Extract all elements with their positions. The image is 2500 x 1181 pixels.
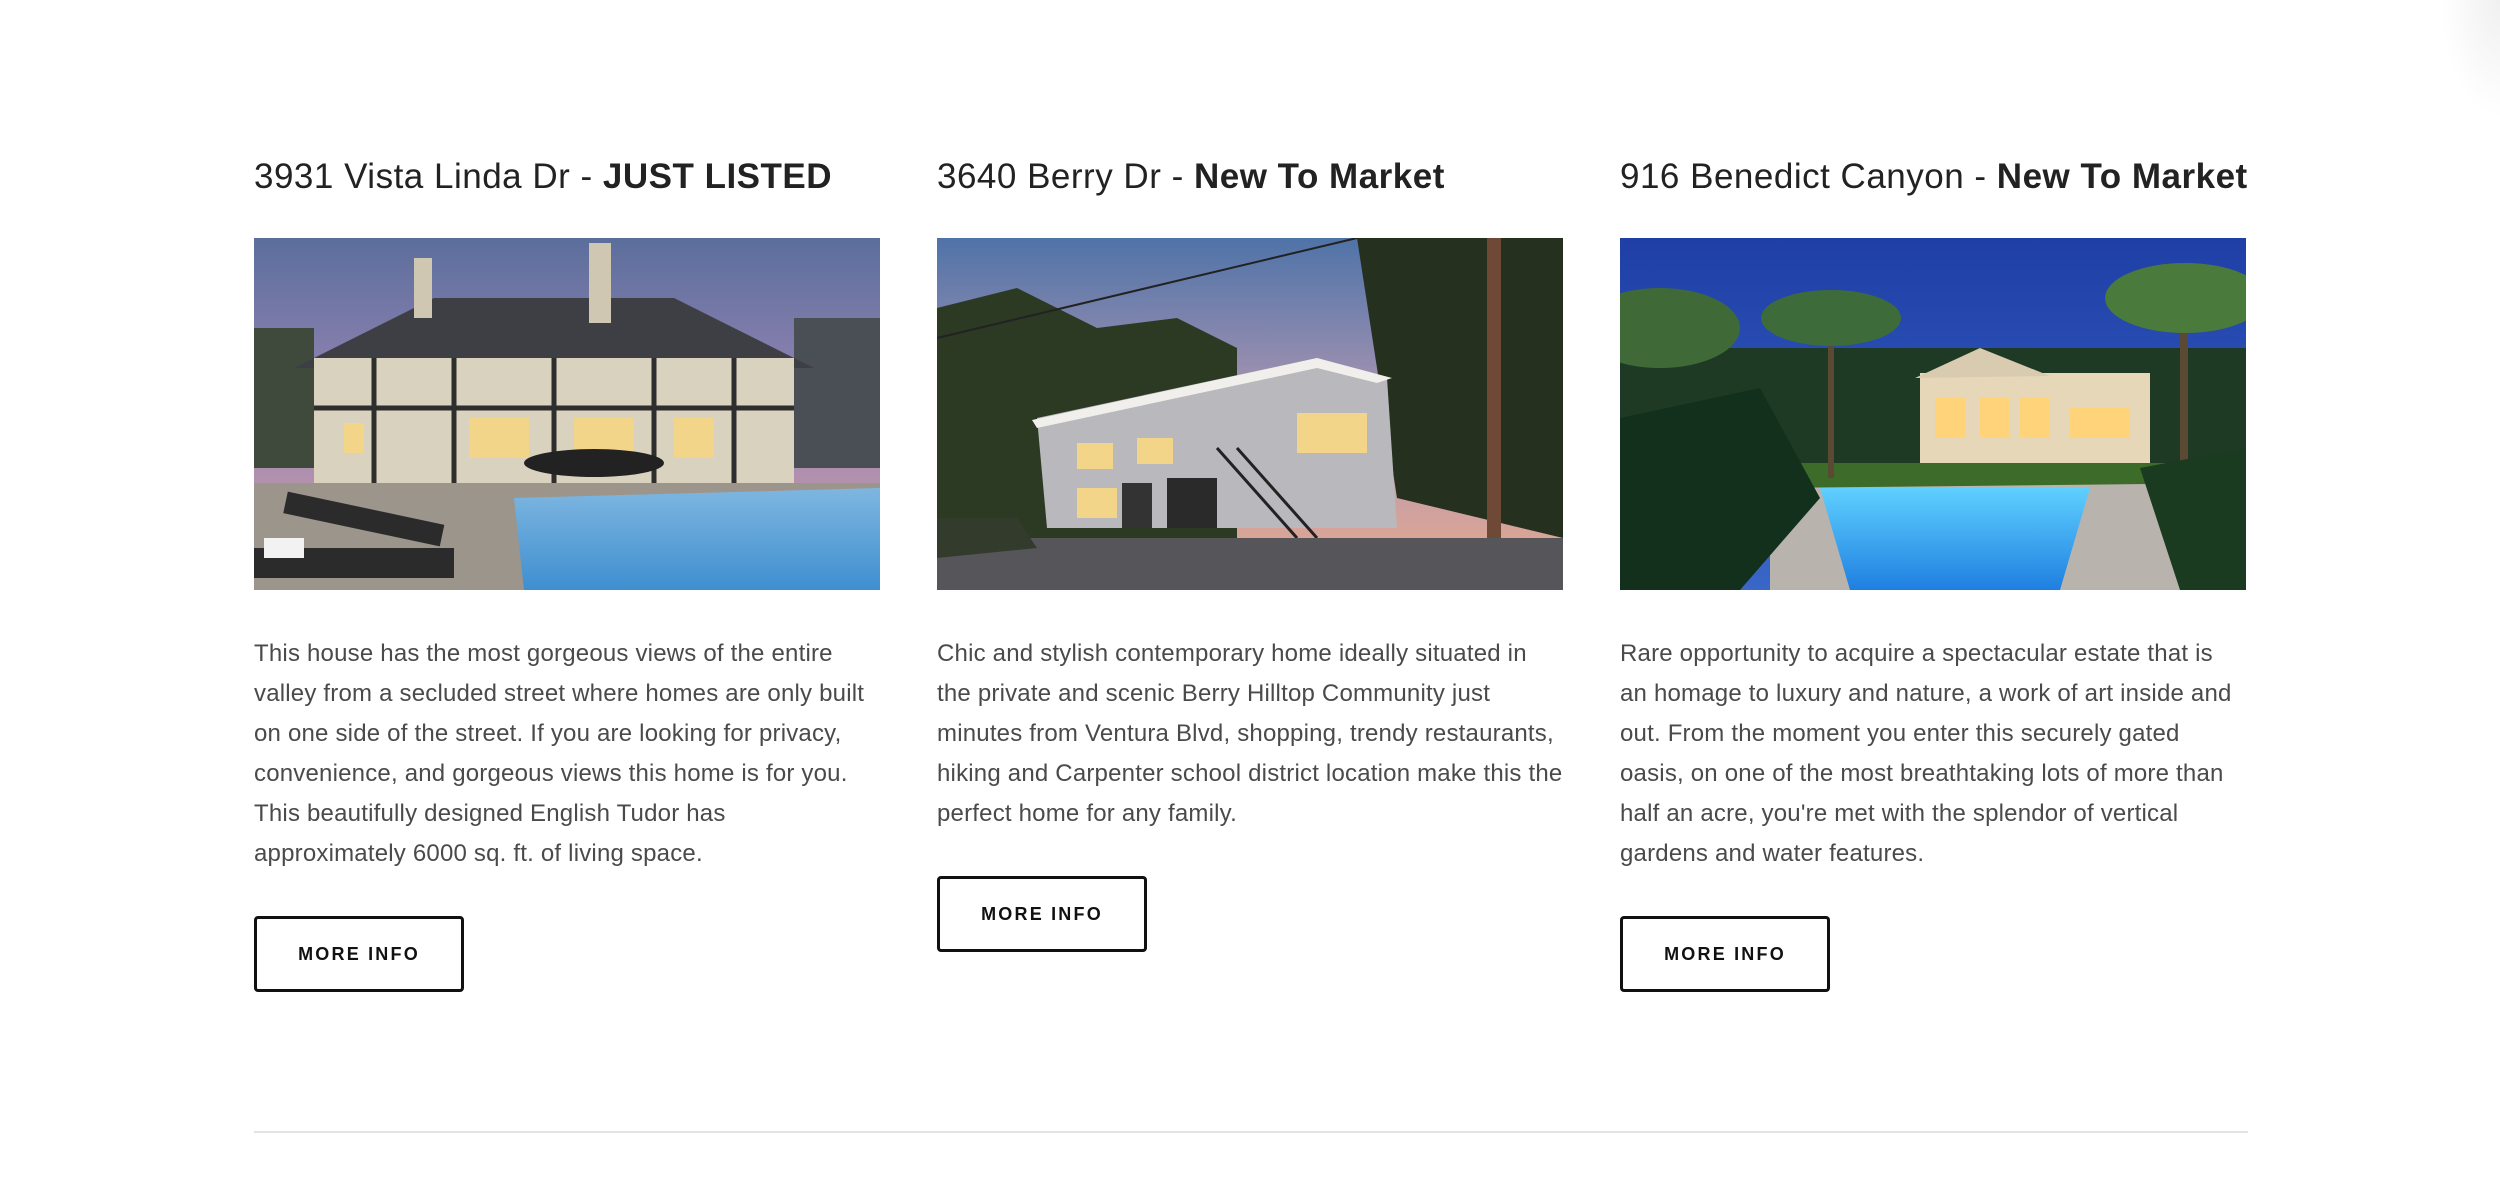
more-info-button[interactable]: MORE INFO — [1620, 916, 1830, 992]
listing-address: 3640 Berry Dr - — [937, 157, 1194, 196]
listing-description: Rare opportunity to acquire a spectacula… — [1620, 640, 2232, 867]
more-info-button[interactable]: MORE INFO — [254, 916, 464, 992]
listing-title: 916 Benedict Canyon - New To Market — [1620, 150, 2248, 204]
listing-tag: JUST LISTED — [602, 157, 833, 196]
listing-address: 916 Benedict Canyon - — [1620, 157, 1997, 196]
listing-description: This house has the most gorgeous views o… — [254, 640, 865, 867]
tudor-house-photo-icon — [254, 238, 880, 590]
listing-title: 3640 Berry Dr - New To Market — [937, 150, 1563, 204]
listing-description: Chic and stylish contemporary home ideal… — [937, 640, 1563, 827]
edge-shadow — [2440, 0, 2500, 120]
listing-photo[interactable] — [1620, 238, 2246, 590]
listing-address: 3931 Vista Linda Dr - — [254, 157, 603, 196]
more-info-button[interactable]: MORE INFO — [937, 876, 1147, 952]
listing-tag: New To Market — [1996, 157, 2248, 196]
listings-row: 3931 Vista Linda Dr - JUST LISTED This h… — [254, 150, 2248, 992]
estate-pool-photo-icon — [1620, 238, 2246, 590]
page: 3931 Vista Linda Dr - JUST LISTED This h… — [0, 0, 2500, 1181]
listing-photo[interactable] — [937, 238, 1563, 590]
listing-card: 3931 Vista Linda Dr - JUST LISTED This h… — [254, 150, 880, 992]
listing-card: 916 Benedict Canyon - New To Market Rare… — [1620, 150, 2248, 992]
contemporary-house-photo-icon — [937, 238, 1563, 590]
listing-photo[interactable] — [254, 238, 880, 590]
listing-card: 3640 Berry Dr - New To Market Chic and s… — [937, 150, 1563, 992]
listing-tag: New To Market — [1193, 157, 1445, 196]
listing-title: 3931 Vista Linda Dr - JUST LISTED — [254, 150, 880, 204]
section-divider — [254, 1131, 2248, 1133]
